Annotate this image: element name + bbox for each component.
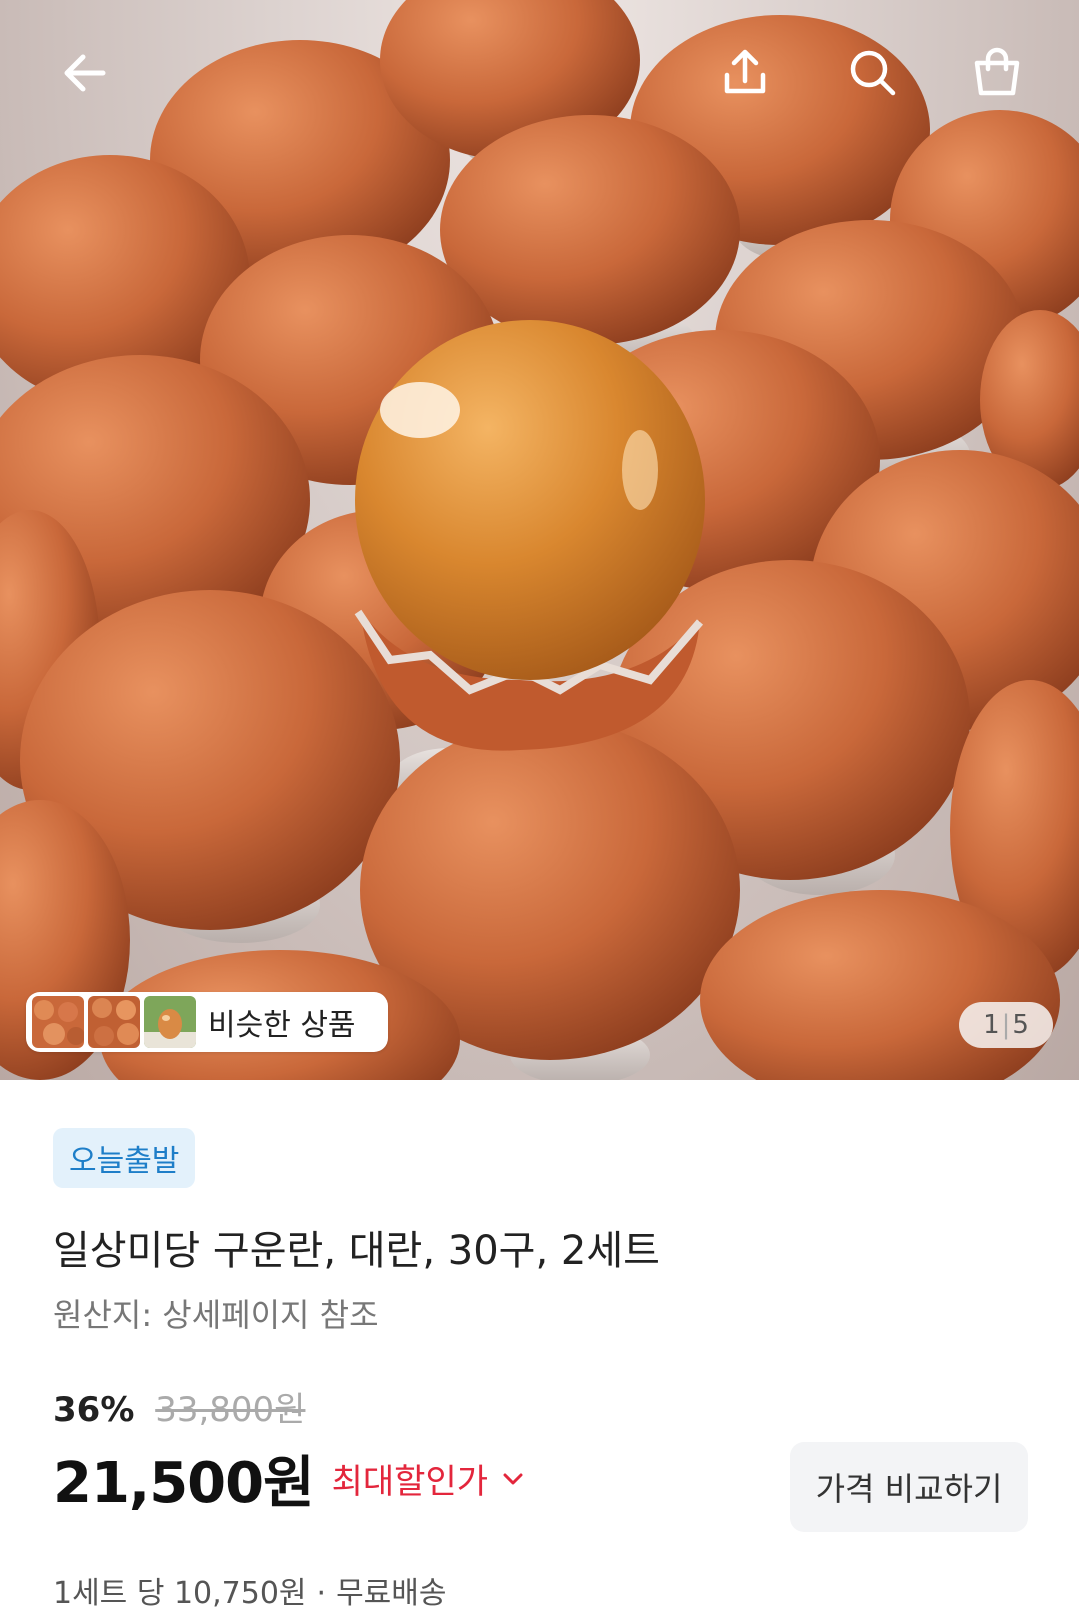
share-upload-icon bbox=[724, 49, 766, 94]
current-image-index: 1 bbox=[983, 1010, 1000, 1040]
unit-price-shipping: 1세트 당 10,750원 · 무료배송 bbox=[53, 1568, 446, 1612]
chevron-down-icon bbox=[503, 1473, 523, 1484]
back-button[interactable] bbox=[50, 38, 120, 108]
total-image-count: 5 bbox=[1012, 1010, 1029, 1040]
unit-price: 1세트 당 10,750원 bbox=[53, 1576, 307, 1611]
origin-info: 원산지: 상세페이지 참조 bbox=[53, 1296, 379, 1334]
cart-button[interactable] bbox=[962, 38, 1032, 108]
product-photo-eggs bbox=[0, 0, 1079, 1080]
similar-thumbnail bbox=[88, 996, 140, 1048]
similar-thumbnail bbox=[144, 996, 196, 1048]
search-icon bbox=[850, 50, 896, 96]
product-image-gallery[interactable]: 비슷한 상품 1 | 5 bbox=[0, 0, 1079, 1080]
search-button[interactable] bbox=[838, 38, 908, 108]
max-discount-label: 최대할인가 bbox=[331, 1462, 489, 1502]
price-compare-button[interactable]: 가격 비교하기 bbox=[790, 1442, 1028, 1532]
sale-price: 21,500원 bbox=[53, 1451, 315, 1516]
share-button[interactable] bbox=[710, 38, 780, 108]
shipping-info: 무료배송 bbox=[336, 1576, 447, 1611]
max-discount-toggle[interactable]: 최대할인가 bbox=[332, 1454, 524, 1503]
discount-percent: 36% bbox=[53, 1390, 135, 1430]
similar-thumbnail bbox=[32, 996, 84, 1048]
discount-row: 36% 33,800원 bbox=[53, 1382, 305, 1431]
original-price: 33,800원 bbox=[155, 1390, 306, 1430]
separator-dot: · bbox=[316, 1576, 327, 1611]
product-info: 오늘출발 일상미당 구운란, 대란, 30구, 2세트 원산지: 상세페이지 참… bbox=[0, 1080, 1079, 1619]
product-title: 일상미당 구운란, 대란, 30구, 2세트 bbox=[53, 1228, 660, 1274]
image-counter: 1 | 5 bbox=[959, 1002, 1053, 1048]
similar-products-label: 비슷한 상품 bbox=[208, 1008, 356, 1043]
price-row: 21,500원 최대할인가 bbox=[53, 1438, 524, 1519]
arrow-left-icon bbox=[64, 54, 106, 92]
shopping-bag-icon bbox=[974, 47, 1020, 96]
similar-products-button[interactable]: 비슷한 상품 bbox=[26, 992, 388, 1052]
today-shipping-badge: 오늘출발 bbox=[53, 1128, 196, 1188]
